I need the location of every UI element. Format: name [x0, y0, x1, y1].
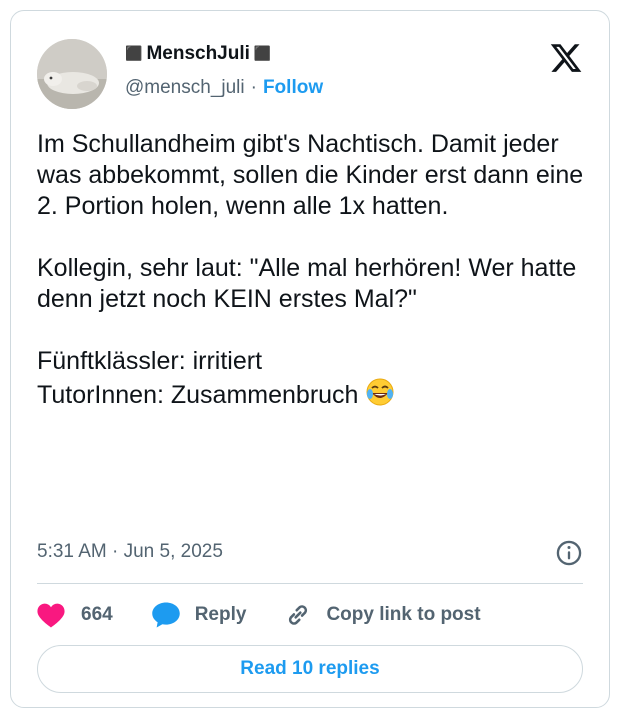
follow-button[interactable]: Follow: [263, 77, 323, 99]
name-decoration-right: ⬛: [253, 46, 272, 62]
heart-icon: [37, 603, 65, 628]
tweet-body: Im Schullandheim gibt's Nachtisch. Damit…: [37, 130, 584, 409]
tweet-card: ⬛ MenschJuli ⬛ @mensch_juli · Follow Im …: [10, 10, 610, 708]
avatar-image: [37, 39, 107, 109]
author-handle[interactable]: @mensch_juli: [125, 77, 245, 99]
tweet-header: ⬛ MenschJuli ⬛ @mensch_juli · Follow: [37, 31, 583, 109]
tweet-timestamp[interactable]: 5:31 AM · Jun 5, 2025: [37, 541, 223, 563]
x-logo-icon[interactable]: [549, 41, 583, 75]
author-name[interactable]: MenschJuli: [146, 43, 249, 65]
read-replies-label: Read 10 replies: [240, 658, 380, 679]
action-bar: 664 Reply Copy link to post: [37, 599, 519, 631]
laughing-emoji-icon: [365, 377, 395, 415]
avatar[interactable]: [37, 39, 107, 109]
like-button[interactable]: 664: [37, 602, 113, 628]
divider: [37, 583, 583, 584]
info-icon[interactable]: [555, 539, 583, 567]
handle-separator: ·: [250, 77, 257, 98]
copy-link-label: Copy link to post: [326, 604, 481, 625]
reply-label: Reply: [194, 604, 247, 625]
author-handle-row: @mensch_juli · Follow: [125, 77, 323, 99]
name-decoration-left: ⬛: [125, 46, 143, 62]
read-replies-button[interactable]: Read 10 replies: [37, 645, 583, 693]
link-icon: [289, 605, 308, 625]
likes-count: 664: [81, 604, 113, 625]
author-name-row[interactable]: ⬛ MenschJuli ⬛: [125, 43, 271, 65]
copy-link-button[interactable]: Copy link to post: [284, 601, 481, 629]
reply-button[interactable]: Reply: [151, 601, 247, 629]
reply-bubble-icon: [151, 602, 180, 628]
tweet-text: Im Schullandheim gibt's Nachtisch. Damit…: [37, 129, 597, 415]
